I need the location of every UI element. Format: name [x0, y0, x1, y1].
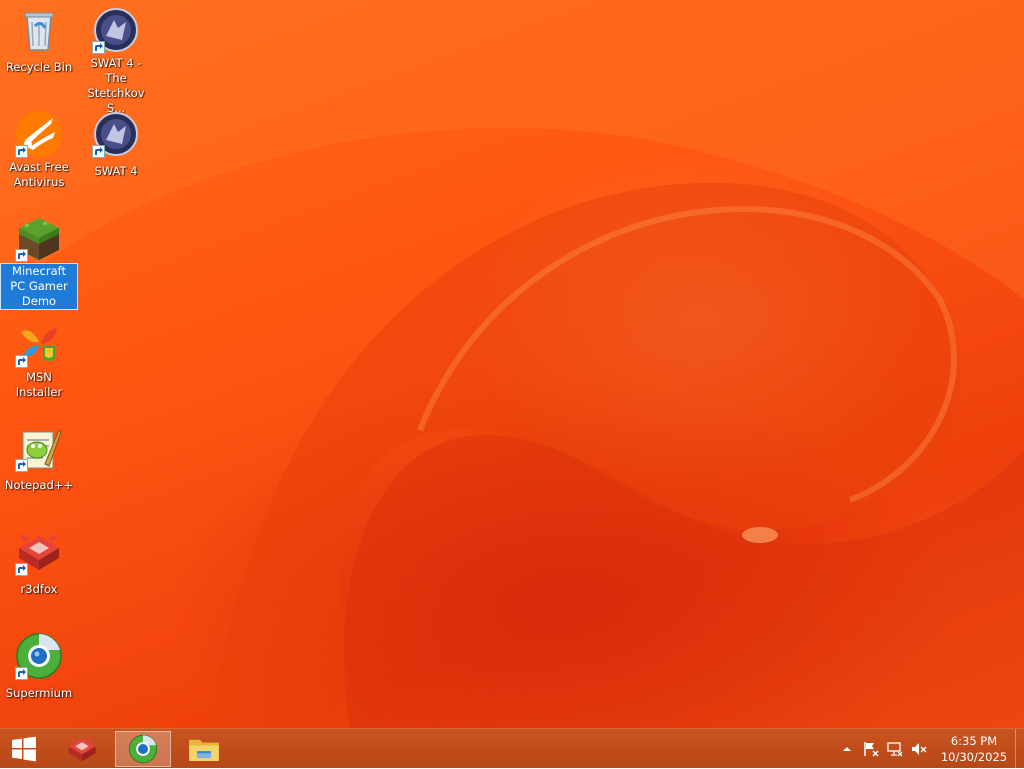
folder-icon [189, 739, 219, 762]
r3dfox-icon [15, 528, 63, 576]
shortcut-arrow-icon [15, 355, 28, 368]
desktop-icon-avast[interactable]: Avast Free Antivirus [1, 106, 77, 190]
system-tray: 6:35 PM 10/30/2025 [835, 729, 1024, 769]
desktop-icon-notepadpp[interactable]: Notepad++ [1, 420, 77, 493]
taskbar-clock[interactable]: 6:35 PM 10/30/2025 [937, 733, 1011, 765]
desktop-icon-minecraft[interactable]: Minecraft PC Gamer Demo [0, 210, 78, 310]
desktop-icon-label: Supermium [5, 686, 73, 700]
shortcut-arrow-icon [15, 667, 28, 680]
desktop-icon-r3dfox[interactable]: r3dfox [1, 524, 77, 597]
shortcut-arrow-icon [92, 41, 105, 54]
volume-muted-icon[interactable] [909, 739, 929, 759]
swat4-icon [92, 110, 140, 158]
taskbar-app-r3dfox[interactable] [54, 731, 110, 767]
notepadpp-icon [15, 424, 63, 472]
swat4-icon [92, 6, 140, 54]
desktop-icon-swat4-stetchkov[interactable]: SWAT 4 - The Stetchkov S... [78, 2, 154, 116]
shortcut-arrow-icon [92, 145, 105, 158]
supermium-icon [128, 734, 158, 764]
clock-date: 10/30/2025 [940, 750, 1008, 764]
taskbar-app-file-explorer[interactable] [176, 731, 232, 767]
recycle-bin-icon [15, 6, 63, 54]
supermium-icon [15, 632, 63, 680]
r3dfox-icon [68, 736, 96, 762]
network-icon[interactable] [885, 739, 905, 759]
show-desktop-button[interactable] [1015, 729, 1024, 769]
start-button[interactable] [0, 731, 48, 767]
desktop-icon-label: r3dfox [20, 582, 58, 596]
desktop-icon-swat4[interactable]: SWAT 4 [78, 106, 154, 179]
minecraft-icon [15, 214, 63, 262]
avast-icon [15, 110, 63, 158]
desktop-icon-label: Recycle Bin [5, 60, 73, 74]
desktop-icon-label: Avast Free Antivirus [9, 160, 69, 189]
desktop-icon-label: SWAT 4 [94, 164, 138, 178]
desktop-icon-msn-installer[interactable]: MSN Installer [1, 316, 77, 400]
taskbar: 6:35 PM 10/30/2025 [0, 728, 1024, 769]
desktop-icon-label: Minecraft PC Gamer Demo [0, 263, 78, 310]
shortcut-arrow-icon [15, 249, 28, 262]
windows-logo-icon [12, 736, 36, 762]
desktop-icon-recycle-bin[interactable]: Recycle Bin [1, 2, 77, 75]
shortcut-arrow-icon [15, 145, 28, 158]
msn-icon [15, 320, 63, 368]
desktop-icon-label: MSN Installer [15, 370, 63, 399]
taskbar-app-supermium[interactable] [115, 731, 171, 767]
desktop[interactable]: Recycle Bin SWAT 4 - The Stetchkov S... [0, 0, 1024, 728]
clock-time: 6:35 PM [950, 734, 998, 748]
desktop-icon-label: Notepad++ [4, 478, 74, 492]
shortcut-arrow-icon [15, 563, 28, 576]
shortcut-arrow-icon [15, 459, 28, 472]
desktop-icon-supermium[interactable]: Supermium [1, 628, 77, 701]
chevron-up-icon[interactable] [837, 739, 857, 759]
action-center-flag-icon[interactable] [861, 739, 881, 759]
